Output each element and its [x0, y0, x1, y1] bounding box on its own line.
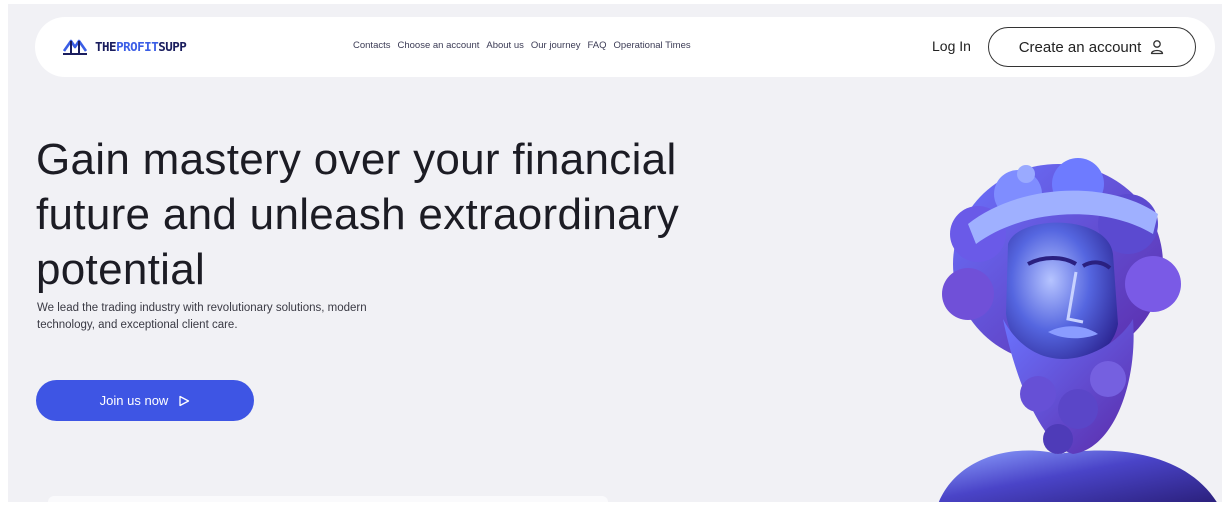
- create-account-label: Create an account: [1018, 38, 1142, 56]
- hero-title: Gain mastery over your financial future …: [36, 135, 680, 294]
- join-us-label: Join us now: [99, 393, 169, 408]
- join-us-button[interactable]: Join us now: [36, 380, 254, 421]
- logo-mark-icon: [62, 39, 88, 55]
- nav-link-our-journey[interactable]: Our journey: [531, 40, 581, 51]
- top-navbar: THEPROFITSUPP Contacts Choose an account…: [35, 17, 1215, 77]
- main-nav: Contacts Choose an account About us Our …: [353, 40, 691, 51]
- play-triangle-icon: [179, 395, 190, 406]
- nav-link-contacts[interactable]: Contacts: [353, 40, 391, 51]
- statue-bust-image: [938, 158, 1217, 502]
- user-icon: [1151, 40, 1164, 55]
- brand-name: THEPROFITSUPP: [95, 38, 187, 54]
- nav-link-about-us[interactable]: About us: [486, 40, 524, 51]
- login-link[interactable]: Log In: [932, 38, 971, 54]
- page: THEPROFITSUPP Contacts Choose an account…: [8, 4, 1222, 502]
- hero-subtitle: We lead the trading industry with revolu…: [37, 302, 367, 331]
- brand-logo[interactable]: THEPROFITSUPP: [61, 35, 187, 57]
- nav-link-faq[interactable]: FAQ: [588, 40, 607, 51]
- nav-link-operational-times[interactable]: Operational Times: [614, 40, 691, 51]
- next-section-edge: [48, 496, 608, 502]
- nav-link-choose-account[interactable]: Choose an account: [398, 40, 480, 51]
- create-account-button[interactable]: Create an account: [988, 27, 1196, 67]
